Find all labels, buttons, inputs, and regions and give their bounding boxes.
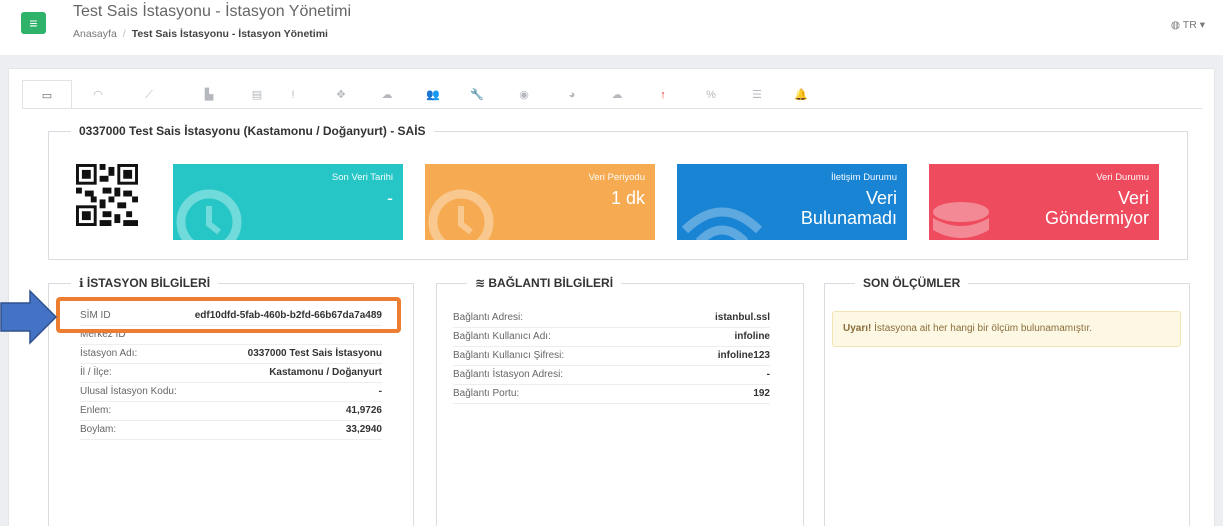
tile-label: İletişim Durumu <box>831 172 897 183</box>
connection-info-row: Bağlantı Adresi: istanbul.ssl <box>453 309 770 328</box>
row-value: 192 <box>753 388 770 399</box>
row-key: Bağlantı Kullanıcı Adı: <box>453 331 551 342</box>
station-info-row: Boylam: 33,2940 <box>80 421 382 440</box>
database-icon <box>933 202 989 238</box>
station-info-row: İstasyon Adı: 0337000 Test Sais İstasyonu <box>80 345 382 364</box>
breadcrumb-current: Test Sais İstasyonu - İstasyon Yönetimi <box>131 28 328 40</box>
row-key: İstasyon Adı: <box>80 348 138 359</box>
connection-info-row: Bağlantı Portu: 192 <box>453 385 770 404</box>
line-chart-icon[interactable]: ⟋ <box>124 80 174 108</box>
row-key: Bağlantı Portu: <box>453 388 520 399</box>
wifi-icon: ≋ <box>475 276 489 290</box>
row-value: 41,9726 <box>345 405 382 416</box>
clock-icon <box>428 189 494 240</box>
station-info-row: Ulusal İstasyon Kodu: - <box>80 383 382 402</box>
communication-status-tile: İletişim Durumu Veri Bulunamadı <box>677 164 907 240</box>
row-value: infoline123 <box>717 350 770 361</box>
tile-label: Veri Durumu <box>1096 172 1149 183</box>
connection-info-title: ≋ BAĞLANTI BİLGİLERİ <box>467 276 621 290</box>
arrow-right-icon <box>0 289 58 345</box>
bell-icon[interactable]: 🔔 <box>776 80 826 108</box>
top-bar: ≡ Test Sais İstasyonu - İstasyon Yönetim… <box>0 0 1223 52</box>
cloud-upload-icon[interactable]: ☁ <box>362 80 412 108</box>
tile-value-line2: Bulunamadı <box>800 208 897 228</box>
tile-label: Son Veri Tarihi <box>331 172 393 183</box>
dashboard-icon[interactable]: ◠ <box>73 80 123 108</box>
warning-alert: Uyarı! İstasyona ait her hangi bir ölçüm… <box>832 311 1181 347</box>
compass-icon[interactable]: ◕ <box>547 80 597 108</box>
last-measurements-title: SON ÖLÇÜMLER <box>863 276 961 290</box>
connection-info-title-text: BAĞLANTI BİLGİLERİ <box>488 276 614 290</box>
breadcrumb-home-link[interactable]: Anasayfa <box>73 28 117 40</box>
tile-value: Veri Bulunamadı <box>801 188 897 228</box>
cloud-icon[interactable]: ☁ <box>592 80 642 108</box>
alert-text: İstasyona ait her hangi bir ölçüm buluna… <box>871 323 1093 334</box>
breadcrumb-separator: / <box>122 28 126 40</box>
users-icon[interactable]: 👥 <box>408 80 458 108</box>
bar-chart-icon[interactable]: ▙ <box>184 80 234 108</box>
row-key: İl / İlçe: <box>80 367 112 378</box>
language-label: TR <box>1182 19 1197 31</box>
menu-toggle-button[interactable]: ≡ <box>21 12 46 34</box>
tile-value-line1: Veri <box>865 188 897 208</box>
station-info-title: ℹ İSTASYON BİLGİLERİ <box>71 276 218 290</box>
station-info-title-text: İSTASYON BİLGİLERİ <box>86 276 211 290</box>
list-icon[interactable]: ☰ <box>732 80 782 108</box>
connection-info-list: Bağlantı Adresi: istanbul.ssl Bağlantı Ku… <box>453 309 770 404</box>
page-title: Test Sais İstasyonu - İstasyon Yönetimi <box>73 3 352 20</box>
info-icon: ℹ <box>79 276 87 290</box>
row-value: istanbul.ssl <box>714 312 770 323</box>
row-key: Bağlantı Kullanıcı Şifresi: <box>453 350 565 361</box>
row-key: Bağlantı Adresi: <box>453 312 524 323</box>
station-title: 0337000 Test Sais İstasyonu (Kastamonu /… <box>79 124 426 138</box>
sim-id-highlight <box>56 297 401 333</box>
last-data-date-tile: Son Veri Tarihi - <box>173 164 403 240</box>
caret-down-icon: ▾ <box>1199 19 1205 31</box>
alert-strong: Uyarı! <box>843 323 872 334</box>
row-key: Boylam: <box>80 424 117 435</box>
qr-code-icon <box>76 164 138 226</box>
tile-value: - <box>387 188 393 208</box>
data-period-tile: Veri Periyodu 1 dk <box>425 164 655 240</box>
exclamation-icon[interactable]: ! <box>268 80 318 108</box>
clock-icon <box>176 189 242 240</box>
row-key: Bağlantı İstasyon Adresi: <box>453 369 564 380</box>
row-key: Ulusal İstasyon Kodu: <box>80 386 177 397</box>
wrench-icon[interactable]: 🔧 <box>452 80 502 108</box>
wifi-icon <box>681 207 763 240</box>
connection-info-row: Bağlantı Kullanıcı Şifresi: infoline123 <box>453 347 770 366</box>
connection-info-row: Bağlantı İstasyon Adresi: - <box>453 366 770 385</box>
row-value: - <box>766 369 770 380</box>
percent-icon[interactable]: % <box>686 80 736 108</box>
connection-info-row: Bağlantı Kullanıcı Adı: infoline <box>453 328 770 347</box>
station-info-row: İl / İlçe: Kastamonu / Doğanyurt <box>80 364 382 383</box>
data-status-tile: Veri Durumu Veri Göndermiyor <box>929 164 1159 240</box>
tile-value: 1 dk <box>610 188 645 208</box>
arrow-up-icon[interactable]: ↑ <box>638 80 688 108</box>
tile-value-line1: Veri <box>1117 188 1149 208</box>
breadcrumb: Anasayfa / Test Sais İstasyonu - İstasyon … <box>73 28 328 40</box>
row-key: Enlem: <box>80 405 112 416</box>
language-selector[interactable]: ◍ TR ▾ <box>1171 19 1205 31</box>
row-value: - <box>378 386 382 397</box>
row-value: 33,2940 <box>345 424 382 435</box>
tile-label: Veri Periyodu <box>588 172 645 183</box>
move-icon[interactable]: ✥ <box>316 80 366 108</box>
tab-divider <box>22 108 1202 109</box>
row-value: infoline <box>734 331 770 342</box>
tile-value: Veri Göndermiyor <box>1045 188 1149 228</box>
laptop-icon[interactable]: ▭ <box>22 80 72 109</box>
station-info-row: Enlem: 41,9726 <box>80 402 382 421</box>
row-value: 0337000 Test Sais İstasyonu <box>247 348 382 359</box>
tile-value-line2: Göndermiyor <box>1044 208 1149 228</box>
globe-icon: ◍ <box>1170 19 1181 31</box>
row-value: Kastamonu / Doğanyurt <box>269 367 382 378</box>
crosshair-icon[interactable]: ◉ <box>499 80 549 108</box>
